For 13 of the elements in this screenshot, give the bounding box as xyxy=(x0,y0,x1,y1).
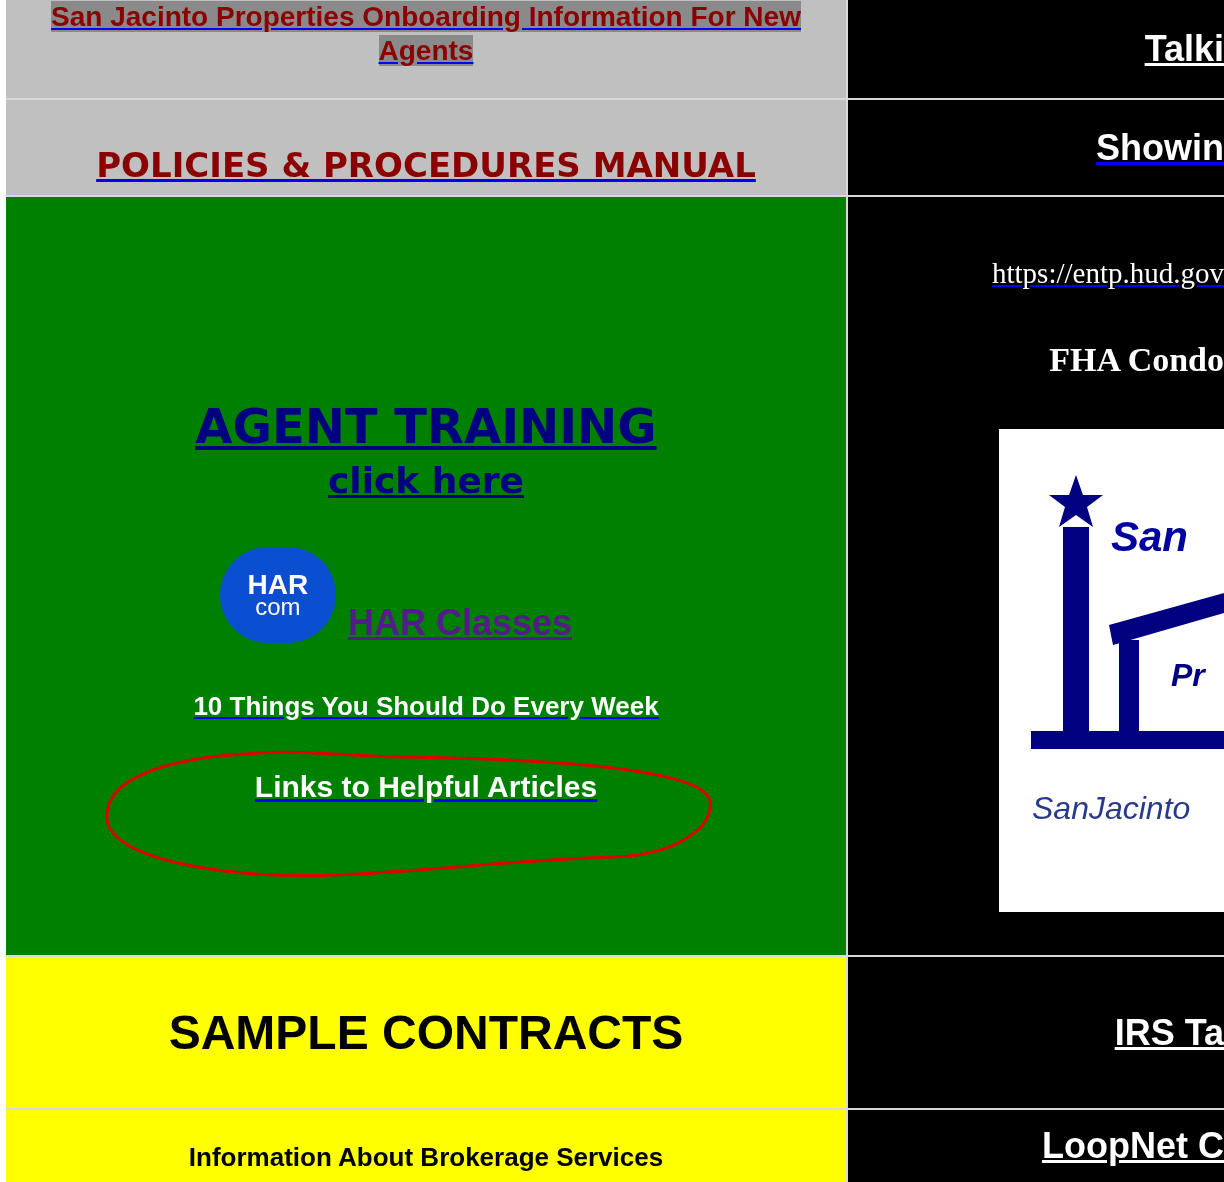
sample-contracts-heading: SAMPLE CONTRACTS xyxy=(168,1004,684,1061)
agent-training-link[interactable]: AGENT TRAINING xyxy=(195,397,657,455)
logo-website-text: SanJacinto xyxy=(1032,788,1191,828)
showing-link[interactable]: Showin xyxy=(1096,120,1224,175)
fha-heading: FHA Condo xyxy=(1049,339,1224,380)
logo-name-text: San xyxy=(1111,511,1189,562)
irs-link[interactable]: IRS Ta xyxy=(1114,1005,1224,1060)
hud-url-link[interactable]: https://entp.hud.gov xyxy=(992,252,1224,296)
click-here-link[interactable]: click here xyxy=(327,459,525,503)
logo-name-text: Pr xyxy=(1171,655,1205,695)
talking-link[interactable]: Talki xyxy=(1144,22,1224,76)
ten-things-link[interactable]: 10 Things You Should Do Every Week xyxy=(193,687,659,726)
brokerage-info-text: Information About Brokerage Services xyxy=(188,1142,664,1174)
